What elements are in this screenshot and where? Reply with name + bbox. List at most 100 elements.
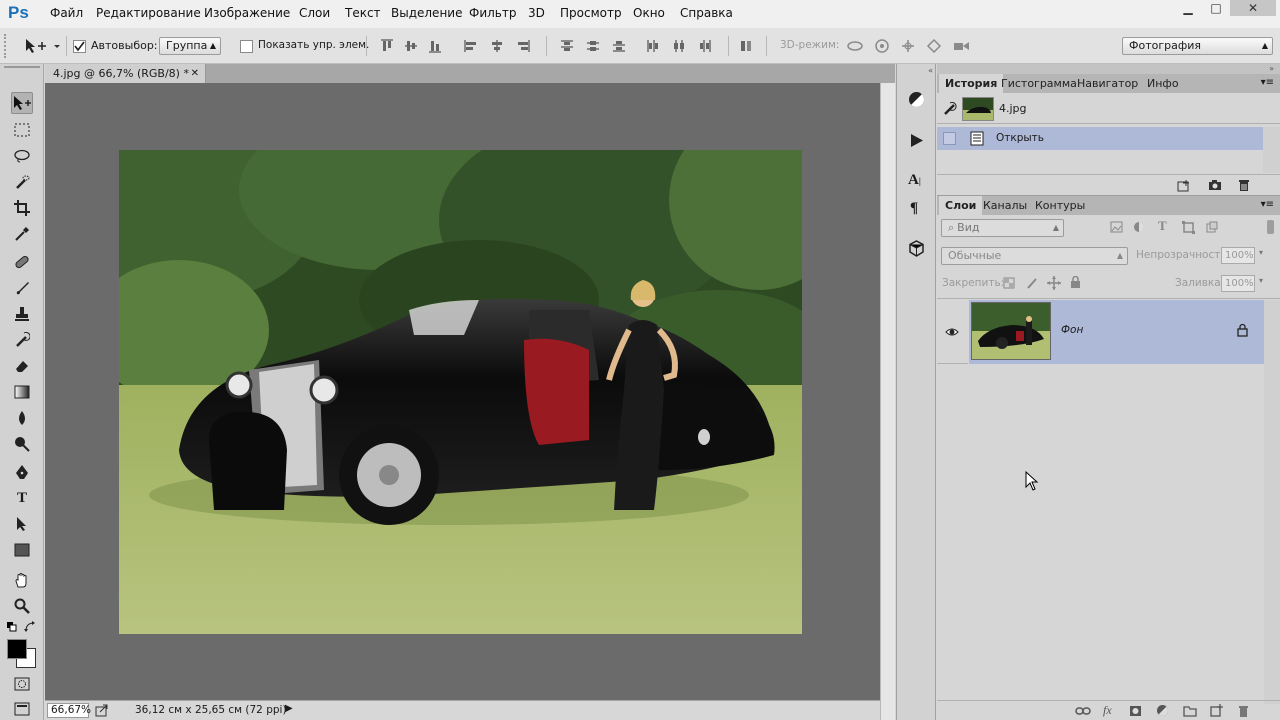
- layers-scrollbar[interactable]: [1264, 300, 1280, 704]
- panel-menu-icon[interactable]: ▾≡: [1261, 199, 1274, 210]
- menu-help[interactable]: Справка: [680, 6, 733, 20]
- play-actions-icon[interactable]: [908, 132, 925, 149]
- quick-selection-tool[interactable]: [11, 171, 33, 193]
- add-mask-icon[interactable]: [1129, 705, 1142, 717]
- new-layer-icon[interactable]: [1210, 704, 1223, 717]
- lock-position-icon[interactable]: [1047, 276, 1061, 290]
- menu-edit[interactable]: Редактирование: [96, 6, 201, 20]
- zoom-field[interactable]: 66,67%: [47, 703, 91, 718]
- distribute-top-icon[interactable]: [560, 39, 574, 53]
- align-left-icon[interactable]: [464, 39, 478, 53]
- menu-window[interactable]: Окно: [633, 6, 665, 20]
- autoselect-target-select[interactable]: Группа ▲: [159, 37, 221, 55]
- 3d-rotate-icon[interactable]: [846, 39, 864, 53]
- fill-field[interactable]: 100%: [1221, 275, 1255, 292]
- autoselect-checkbox[interactable]: [73, 40, 86, 53]
- blur-tool[interactable]: [11, 407, 33, 429]
- path-selection-tool[interactable]: [11, 513, 33, 535]
- grip-handle[interactable]: [4, 34, 10, 58]
- 3d-roll-icon[interactable]: [874, 39, 890, 53]
- layer-row-background[interactable]: Фон: [969, 300, 1264, 364]
- menu-filter[interactable]: Фильтр: [469, 6, 516, 20]
- filter-smart-object-icon[interactable]: [1206, 221, 1218, 233]
- panel-dock-header[interactable]: »: [937, 64, 1280, 74]
- distribute-left-icon[interactable]: [646, 39, 660, 53]
- menu-type[interactable]: Текст: [345, 6, 381, 20]
- 3d-slide-icon[interactable]: [926, 39, 942, 53]
- adjustments-icon[interactable]: [908, 91, 925, 108]
- opacity-field[interactable]: 100%: [1221, 247, 1255, 264]
- hand-tool[interactable]: [11, 569, 33, 591]
- distribute-hcenter-icon[interactable]: [672, 39, 686, 53]
- blend-mode-select[interactable]: Обычные ▲: [941, 247, 1128, 265]
- eraser-tool[interactable]: [11, 355, 33, 377]
- marquee-tool[interactable]: [11, 119, 33, 141]
- lock-all-icon[interactable]: [1070, 276, 1081, 289]
- align-hcenter-icon[interactable]: [490, 39, 504, 53]
- delete-layer-trash-icon[interactable]: [1237, 704, 1250, 718]
- lasso-tool[interactable]: [11, 145, 33, 167]
- document-tab[interactable]: 4.jpg @ 66,7% (RGB/8) * ✕: [45, 64, 206, 83]
- 3d-scale-icon[interactable]: [952, 39, 970, 53]
- filter-pixel-icon[interactable]: [1110, 221, 1123, 233]
- history-brush-tool[interactable]: [11, 329, 33, 351]
- show-transform-checkbox[interactable]: [240, 40, 253, 53]
- export-icon[interactable]: [95, 704, 109, 717]
- crop-tool[interactable]: [11, 197, 33, 219]
- distribute-bottom-icon[interactable]: [612, 39, 626, 53]
- 3d-panel-icon[interactable]: [908, 240, 925, 257]
- filter-toggle-switch[interactable]: [1267, 220, 1274, 234]
- layer-visibility-cell[interactable]: [937, 300, 968, 364]
- maximize-button[interactable]: □: [1202, 0, 1230, 16]
- healing-brush-tool[interactable]: [11, 251, 33, 273]
- history-step-checkbox[interactable]: [943, 132, 956, 145]
- zoom-tool[interactable]: [11, 595, 33, 617]
- pen-tool[interactable]: [11, 461, 33, 483]
- new-document-from-state-icon[interactable]: [1177, 179, 1191, 192]
- lock-transparent-pixels-icon[interactable]: [1003, 277, 1015, 289]
- move-tool[interactable]: [11, 92, 33, 114]
- menu-view[interactable]: Просмотр: [560, 6, 622, 20]
- menu-layers[interactable]: Слои: [299, 6, 330, 20]
- menu-image[interactable]: Изображение: [204, 6, 290, 20]
- history-brush-source-icon[interactable]: [943, 102, 957, 116]
- auto-align-layers-icon[interactable]: [740, 39, 754, 53]
- brush-tool[interactable]: [11, 277, 33, 299]
- dodge-tool[interactable]: [11, 433, 33, 455]
- foreground-color-swatch[interactable]: [7, 639, 27, 659]
- close-tab-icon[interactable]: ✕: [191, 64, 199, 83]
- panel-collapse-grip[interactable]: [4, 66, 40, 72]
- lock-image-pixels-icon[interactable]: [1026, 277, 1038, 289]
- tab-layers[interactable]: Слои: [939, 196, 983, 215]
- filter-type-icon[interactable]: T: [1158, 218, 1167, 234]
- menu-select[interactable]: Выделение: [391, 6, 462, 20]
- paragraph-panel-icon[interactable]: ¶: [910, 200, 918, 217]
- workspace-select[interactable]: Фотография ▲: [1122, 37, 1273, 55]
- filter-shape-icon[interactable]: [1182, 221, 1195, 234]
- close-button[interactable]: ✕: [1230, 0, 1276, 16]
- link-layers-icon[interactable]: [1075, 705, 1091, 717]
- collapse-arrows-icon[interactable]: «: [899, 66, 933, 75]
- vertical-scrollbar[interactable]: [880, 83, 895, 720]
- swap-colors-icon[interactable]: [24, 621, 36, 633]
- history-scrollbar[interactable]: [1263, 127, 1280, 173]
- default-colors-icon[interactable]: [7, 622, 17, 632]
- align-right-icon[interactable]: [516, 39, 530, 53]
- align-top-icon[interactable]: [380, 39, 394, 53]
- menu-file[interactable]: Файл: [50, 6, 83, 20]
- 3d-pan-icon[interactable]: [900, 39, 916, 53]
- distribute-right-icon[interactable]: [698, 39, 712, 53]
- filter-adjustment-icon[interactable]: [1133, 221, 1145, 233]
- character-panel-icon[interactable]: A|: [908, 172, 921, 189]
- history-step-open[interactable]: Открыть: [937, 127, 1263, 150]
- quick-mask-button[interactable]: [11, 673, 33, 695]
- shape-tool[interactable]: [11, 539, 33, 561]
- minimize-button[interactable]: ▁: [1174, 0, 1202, 16]
- tab-paths[interactable]: Контуры: [1029, 196, 1091, 215]
- new-group-folder-icon[interactable]: [1183, 704, 1197, 717]
- gradient-tool[interactable]: [11, 381, 33, 403]
- layer-style-fx-icon[interactable]: fx: [1103, 703, 1112, 718]
- opacity-dropdown-icon[interactable]: ▾: [1259, 248, 1263, 257]
- distribute-vcenter-icon[interactable]: [586, 39, 600, 53]
- trash-icon[interactable]: [1237, 178, 1251, 192]
